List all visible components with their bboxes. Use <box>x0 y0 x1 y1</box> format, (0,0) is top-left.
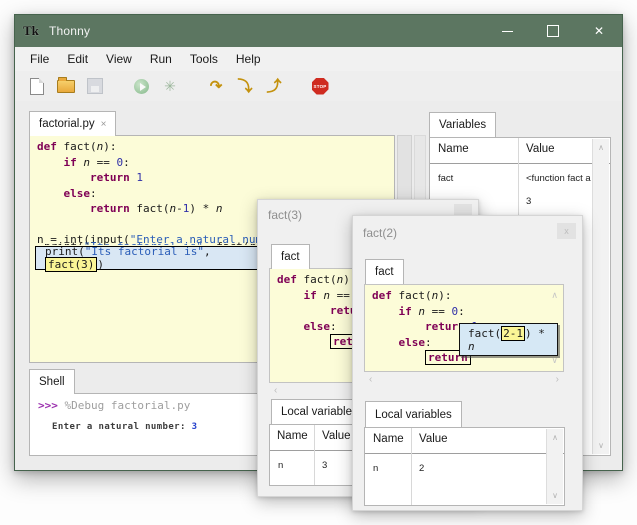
editor-tab-label: factorial.py <box>39 118 95 130</box>
close-icon: ✕ <box>594 25 604 37</box>
scroll-right-icon[interactable]: › <box>556 374 559 385</box>
frame2-locals-scrollbar[interactable]: ∧ ∨ <box>546 429 563 504</box>
menu-view[interactable]: View <box>97 49 141 69</box>
tab-close-icon[interactable]: × <box>101 119 107 130</box>
step-into-icon: ⤵ <box>237 79 252 94</box>
shell-user-input: 3 <box>192 422 198 432</box>
menu-tools[interactable]: Tools <box>181 49 227 69</box>
menu-help[interactable]: Help <box>227 49 270 69</box>
close-button[interactable]: ✕ <box>576 15 622 47</box>
step-out-icon: ⤴ <box>266 79 281 94</box>
scroll-down-icon[interactable]: ∨ <box>547 491 563 500</box>
frame-window-fact2[interactable]: fact(2) x fact def fact(n): if n == 0: r… <box>352 215 583 511</box>
table-row[interactable]: fact<function fact a <box>430 167 592 190</box>
frame3-tab-fact[interactable]: fact <box>271 244 310 269</box>
debug-burst-icon: ✳ <box>164 78 176 95</box>
scroll-up-icon[interactable]: ∧ <box>547 433 563 442</box>
maximize-icon <box>547 25 559 37</box>
current-statement-box: print("Its factorial is", fact(3)) <box>35 246 259 270</box>
debug-script-button[interactable]: ✳ <box>160 76 180 96</box>
tab-shell[interactable]: Shell <box>29 369 75 394</box>
frame2-locals-table: Name Value n2 ∧ ∨ <box>364 427 565 506</box>
evaluated-expression-tokens: fact(2-1) * n <box>468 327 557 353</box>
scroll-left-icon[interactable]: ‹ <box>369 374 372 385</box>
column-value[interactable]: Value <box>322 430 351 442</box>
shell-io-line: Enter a natural number: 3 <box>52 422 197 432</box>
menu-file[interactable]: File <box>21 49 58 69</box>
tab-factorial-py[interactable]: factorial.py × <box>29 111 116 136</box>
shell-program-output: Enter a natural number: <box>52 422 192 432</box>
scroll-down-icon[interactable]: ∨ <box>551 355 558 366</box>
menu-edit[interactable]: Edit <box>58 49 97 69</box>
frame2-close-button[interactable]: x <box>557 223 576 239</box>
step-into-button[interactable]: ⤵ <box>235 76 255 96</box>
column-name[interactable]: Name <box>373 433 404 445</box>
new-file-button[interactable] <box>27 76 47 96</box>
window-title: Thonny <box>49 24 90 38</box>
scroll-left-icon[interactable]: ‹ <box>274 385 277 396</box>
shell-prompt: >>> <box>38 399 58 412</box>
tab-variables[interactable]: Variables <box>429 112 496 137</box>
scroll-up-icon[interactable]: ∧ <box>551 290 558 301</box>
frame2-close-icon: x <box>564 226 569 236</box>
frame3-tab-label: fact <box>281 251 300 263</box>
scroll-up-icon[interactable]: ∧ <box>593 143 609 152</box>
open-file-button[interactable] <box>56 76 76 96</box>
frame3-locals-tab-label: Local variables <box>281 406 358 418</box>
stop-sign-icon: STOP <box>312 78 329 95</box>
open-folder-icon <box>57 80 75 93</box>
step-over-icon: ↷ <box>210 79 223 94</box>
run-play-icon <box>134 79 149 94</box>
frame2-locals-tab-label: Local variables <box>375 409 452 421</box>
column-name[interactable]: Name <box>277 430 308 442</box>
minimize-button[interactable] <box>484 15 530 47</box>
frame2-tab-local-variables[interactable]: Local variables <box>365 401 462 427</box>
step-over-button[interactable]: ↷ <box>206 76 226 96</box>
variables-tab-label: Variables <box>439 119 486 131</box>
frame2-locals-rows: n2 <box>365 457 546 505</box>
scroll-down-icon[interactable]: ∨ <box>593 441 609 450</box>
title-bar[interactable]: Tk Thonny ✕ <box>15 15 622 47</box>
stop-button[interactable]: STOP <box>310 76 330 96</box>
shell-command: %Debug factorial.py <box>65 399 191 412</box>
shell-tab-label: Shell <box>39 376 65 388</box>
save-file-button[interactable] <box>85 76 105 96</box>
shell-command-line: >>> %Debug factorial.py <box>38 399 190 412</box>
frame3-title: fact(3) <box>268 208 302 222</box>
table-row[interactable]: n2 <box>365 457 546 480</box>
run-script-button[interactable] <box>131 76 151 96</box>
variables-scrollbar[interactable]: ∧ ∨ <box>592 139 609 454</box>
frame2-tab-fact[interactable]: fact <box>365 259 404 284</box>
evaluated-expression-box: fact(2-1) * n <box>459 323 558 356</box>
maximize-button[interactable] <box>530 15 576 47</box>
new-file-icon <box>30 78 44 95</box>
frame2-horizontal-scrollbar[interactable]: ‹ › <box>364 372 564 386</box>
toolbar: ✳ ↷ ⤵ ⤴ STOP <box>15 71 622 101</box>
frame2-tab-label: fact <box>375 266 394 278</box>
minimize-icon <box>502 31 513 32</box>
step-out-button[interactable]: ⤴ <box>264 76 284 96</box>
save-disk-icon <box>87 78 103 94</box>
menu-run[interactable]: Run <box>141 49 181 69</box>
editor-code-lines: def fact(n): if n == 0: return 1 else: r… <box>37 140 282 249</box>
column-value[interactable]: Value <box>526 143 555 155</box>
column-name[interactable]: Name <box>438 143 469 155</box>
column-value[interactable]: Value <box>419 433 448 445</box>
menu-bar: File Edit View Run Tools Help <box>15 47 622 71</box>
variables-table-header: Name Value <box>430 138 610 164</box>
frame2-title: fact(2) <box>363 226 397 240</box>
current-statement-tokens: print("Its factorial is", fact(3)) <box>45 245 258 271</box>
thonny-app-icon: Tk <box>23 23 41 39</box>
